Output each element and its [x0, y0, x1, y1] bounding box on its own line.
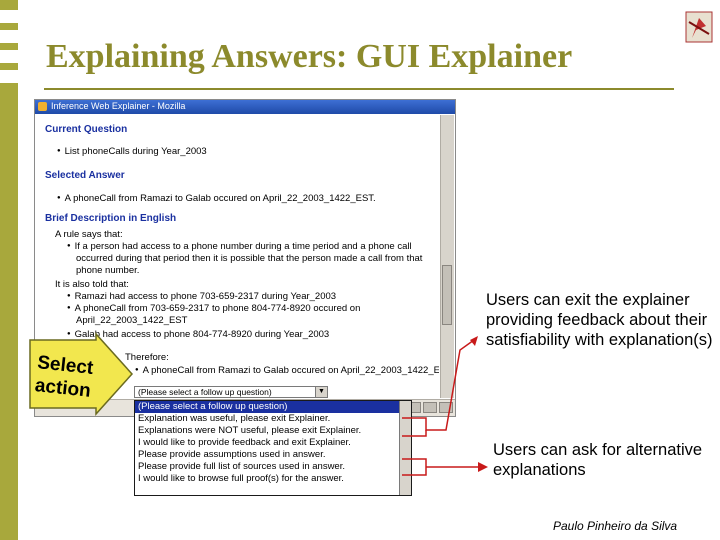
alternative-connector — [402, 458, 427, 476]
author-name: Paulo Pinheiro da Silva — [553, 519, 678, 533]
select-action-label: Select action — [33, 352, 95, 402]
exit-feedback-connector — [402, 430, 427, 437]
exit-feedback-note: Users can exit the explainer providing f… — [486, 291, 713, 349]
alternative-arrowhead — [478, 462, 488, 472]
exit-feedback-connector — [402, 339, 475, 431]
alternative-explanations-note: Users can ask for alternative explanatio… — [493, 441, 703, 479]
exit-arrowhead — [470, 336, 478, 346]
